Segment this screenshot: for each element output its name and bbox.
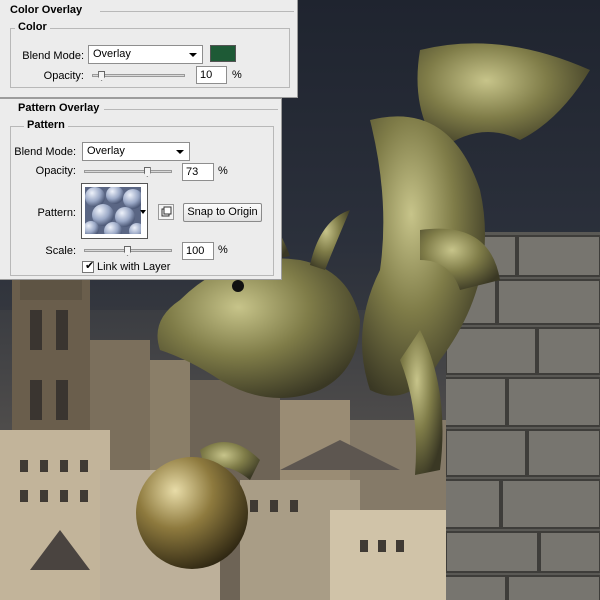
blend-mode-select[interactable]: Overlay bbox=[82, 142, 190, 161]
opacity-value: 10 bbox=[200, 69, 213, 81]
pattern-overlay-panel: Pattern Overlay Pattern Blend Mode: Over… bbox=[0, 98, 282, 280]
blend-mode-label: Blend Mode: bbox=[22, 50, 84, 62]
blend-mode-value: Overlay bbox=[93, 48, 131, 60]
bubbles-pattern-icon bbox=[85, 187, 141, 234]
opacity-label: Opacity: bbox=[43, 70, 84, 82]
color-overlay-panel: Color Overlay Color Blend Mode: Overlay … bbox=[0, 0, 298, 98]
opacity-slider[interactable] bbox=[92, 71, 185, 81]
pattern-label: Pattern: bbox=[37, 207, 76, 219]
pattern-section-title: Pattern bbox=[24, 119, 68, 131]
blend-mode-value: Overlay bbox=[87, 145, 125, 157]
chevron-down-icon bbox=[189, 53, 197, 57]
scale-label: Scale: bbox=[45, 245, 76, 257]
scale-input[interactable]: 100 bbox=[182, 242, 214, 260]
title-divider bbox=[104, 109, 278, 110]
color-section-title: Color bbox=[15, 21, 50, 33]
opacity-slider[interactable] bbox=[84, 167, 172, 177]
chevron-down-icon bbox=[176, 150, 184, 154]
opacity-value: 73 bbox=[186, 166, 199, 178]
pattern-overlay-title: Pattern Overlay bbox=[18, 102, 103, 114]
overlay-color-swatch[interactable] bbox=[210, 45, 236, 62]
color-overlay-title: Color Overlay bbox=[10, 4, 86, 16]
opacity-label: Opacity: bbox=[35, 165, 76, 177]
percent-sign: % bbox=[218, 165, 228, 177]
scale-slider[interactable] bbox=[84, 246, 172, 256]
blend-mode-select[interactable]: Overlay bbox=[88, 45, 203, 64]
chevron-down-icon bbox=[140, 210, 146, 214]
pattern-picker[interactable] bbox=[81, 183, 148, 239]
new-preset-glyph bbox=[161, 206, 172, 217]
scale-value: 100 bbox=[186, 245, 205, 257]
percent-sign: % bbox=[218, 244, 228, 256]
title-divider bbox=[100, 11, 294, 12]
opacity-input[interactable]: 10 bbox=[196, 66, 227, 84]
snap-to-origin-button[interactable]: Snap to Origin bbox=[183, 203, 262, 222]
opacity-input[interactable]: 73 bbox=[182, 163, 214, 181]
new-preset-icon[interactable] bbox=[158, 204, 174, 220]
blend-mode-label: Blend Mode: bbox=[14, 146, 76, 158]
percent-sign: % bbox=[232, 69, 242, 81]
link-with-layer-checkbox[interactable]: ✔ bbox=[82, 260, 95, 273]
checkmark-icon: ✔ bbox=[85, 260, 95, 272]
link-with-layer-label: Link with Layer bbox=[97, 261, 171, 273]
